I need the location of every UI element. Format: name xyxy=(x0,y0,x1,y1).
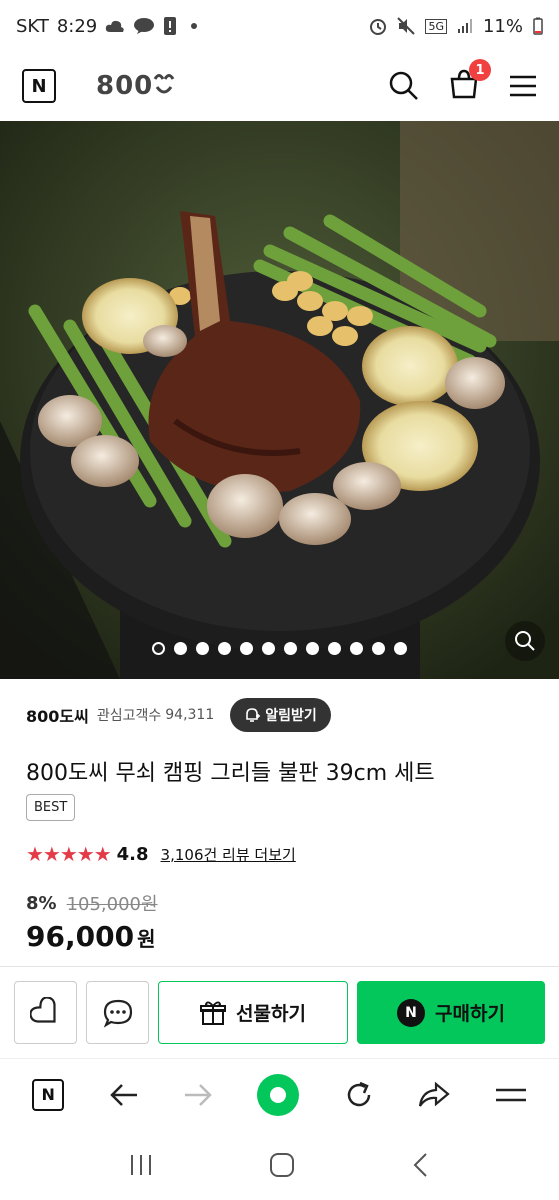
gallery-dot[interactable] xyxy=(240,642,253,655)
naver-tab-icon[interactable]: N xyxy=(32,1078,65,1111)
naver-home-icon[interactable]: N xyxy=(22,69,56,103)
clock: 8:29 xyxy=(56,15,98,37)
product-image-gallery[interactable] xyxy=(0,121,559,679)
product-title: 800도씨 무쇠 캠핑 그리들 불판 39cm 세트 xyxy=(26,761,435,786)
gallery-dot[interactable] xyxy=(196,642,209,655)
product-info: 800도씨 관심고객수 94,311 알림받기 800도씨 무쇠 캠핑 그리들 … xyxy=(26,695,536,953)
gift-button-label: 선물하기 xyxy=(236,1003,306,1025)
notify-button-label: 알림받기 xyxy=(265,708,317,724)
naver-pay-icon: N xyxy=(397,998,426,1027)
watchers-label: 관심고객수 xyxy=(96,708,162,724)
magnifier-icon xyxy=(515,631,535,651)
talk-icon xyxy=(134,18,155,34)
zoom-button[interactable] xyxy=(505,621,545,661)
cart-button[interactable]: 1 xyxy=(449,59,491,103)
gift-button[interactable]: 선물하기 xyxy=(158,981,348,1044)
gallery-dot[interactable] xyxy=(372,642,385,655)
reviews-link[interactable]: 3,106건 리뷰 더보기 xyxy=(161,844,296,865)
gallery-dot[interactable] xyxy=(174,642,187,655)
purchase-action-bar: 선물하기 N 구매하기 xyxy=(0,966,559,1058)
home-icon[interactable] xyxy=(269,1152,295,1178)
system-back-icon[interactable] xyxy=(411,1152,431,1178)
gallery-dot[interactable] xyxy=(350,642,363,655)
cloud-icon xyxy=(106,20,124,32)
gallery-dot[interactable] xyxy=(394,642,407,655)
browser-toolbar: N xyxy=(0,1058,559,1130)
buy-button-label: 구매하기 xyxy=(435,1003,505,1025)
back-arrow-icon[interactable] xyxy=(109,1082,139,1108)
brand-logo-mark xyxy=(153,74,175,94)
rating-stars: ★★★★★ xyxy=(26,842,112,866)
status-bar: SKT 8:29 5G 11% xyxy=(0,0,559,52)
notify-button[interactable]: 알림받기 xyxy=(230,698,331,732)
gallery-dot[interactable] xyxy=(306,642,319,655)
alarm-icon xyxy=(370,19,387,35)
brand-logo-text: 800 xyxy=(96,71,154,101)
more-notifications-dot xyxy=(191,23,198,29)
watchers-count: 94,311 xyxy=(165,707,215,723)
green-dot-inner xyxy=(270,1086,287,1103)
wishlist-button[interactable] xyxy=(14,981,77,1044)
original-price: 105,000원 xyxy=(66,894,158,915)
brand-logo[interactable]: 800 xyxy=(96,71,175,101)
recent-apps-icon[interactable] xyxy=(128,1153,154,1177)
talk-button[interactable] xyxy=(86,981,149,1044)
seller-name[interactable]: 800도씨 xyxy=(26,703,89,727)
heart-check-icon xyxy=(29,996,56,1023)
gallery-pagination xyxy=(0,642,559,655)
app-header: N 800 1 xyxy=(0,52,559,120)
search-icon[interactable] xyxy=(389,71,419,101)
cart-count-badge: 1 xyxy=(469,59,491,81)
gallery-dot[interactable] xyxy=(218,642,231,655)
system-navigation xyxy=(0,1130,559,1200)
bell-plus-icon xyxy=(246,708,261,722)
refresh-icon[interactable] xyxy=(344,1080,374,1110)
menu-icon[interactable] xyxy=(509,74,537,98)
network-label: 5G xyxy=(425,18,447,34)
green-dot-button[interactable] xyxy=(257,1073,300,1116)
gallery-dot[interactable] xyxy=(284,642,297,655)
buy-button[interactable]: N 구매하기 xyxy=(357,981,545,1044)
battery-level: 11% xyxy=(482,15,523,37)
gallery-dot[interactable] xyxy=(152,642,165,655)
sale-price: 96,000 xyxy=(26,920,135,953)
product-photo xyxy=(0,121,559,679)
gallery-dot[interactable] xyxy=(328,642,341,655)
signal-icon xyxy=(457,19,472,33)
share-icon[interactable] xyxy=(418,1081,451,1109)
browser-menu-icon[interactable] xyxy=(495,1085,527,1105)
carrier-label: SKT xyxy=(16,15,49,37)
gift-icon xyxy=(200,1001,227,1025)
chat-bubble-icon xyxy=(103,999,132,1028)
forward-arrow-icon[interactable] xyxy=(183,1082,213,1108)
best-badge: BEST xyxy=(26,794,76,821)
battery-icon xyxy=(533,17,543,35)
gallery-dot[interactable] xyxy=(262,642,275,655)
alert-icon xyxy=(164,17,177,35)
mute-icon xyxy=(397,17,416,35)
rating-row: ★★★★★ 4.8 3,106건 리뷰 더보기 xyxy=(26,842,296,866)
rating-score: 4.8 xyxy=(116,843,149,865)
currency-label: 원 xyxy=(137,927,156,951)
discount-rate: 8% xyxy=(26,892,57,914)
